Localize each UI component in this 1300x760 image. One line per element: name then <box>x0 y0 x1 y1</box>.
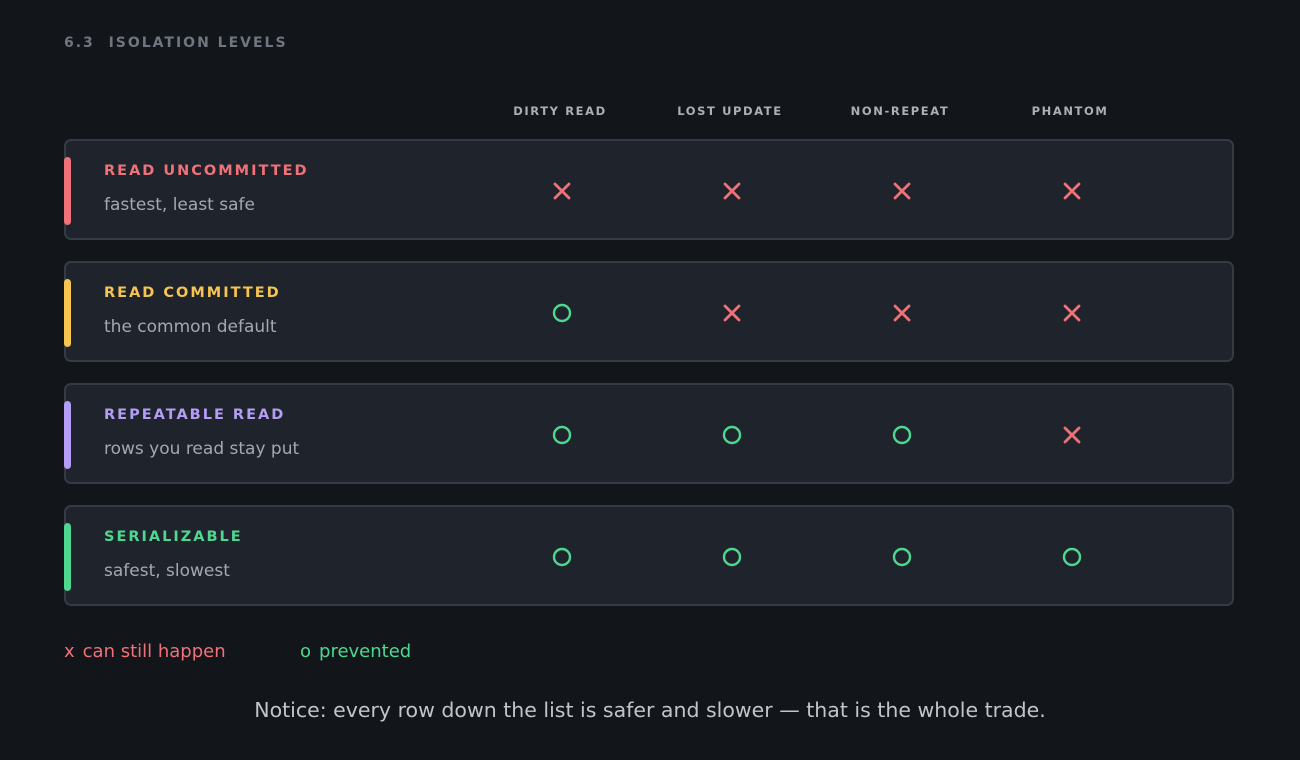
cross-icon <box>1061 424 1083 446</box>
row-description: rows you read stay put <box>104 439 300 459</box>
row-name: READ COMMITTED <box>104 285 281 301</box>
isolation-row-repeatable-read: REPEATABLE READ rows you read stay put <box>64 383 1234 484</box>
row-description: safest, slowest <box>104 561 230 581</box>
legend-happen: x can still happen <box>64 641 226 662</box>
circle-icon <box>721 546 743 568</box>
circle-icon <box>891 546 913 568</box>
cross-icon <box>891 302 913 324</box>
row-name: READ UNCOMMITTED <box>104 163 309 179</box>
row-name: SERIALIZABLE <box>104 529 243 545</box>
section-heading: ISOLATION LEVELS <box>108 35 288 51</box>
circle-icon <box>551 302 573 324</box>
row-accent-bar <box>64 157 71 225</box>
notice-text: Notice: every row down the list is safer… <box>254 698 1046 722</box>
column-header-phantom: PHANTOM <box>1031 104 1109 118</box>
circle-icon <box>551 546 573 568</box>
row-description: the common default <box>104 317 277 337</box>
row-accent-bar <box>64 523 71 591</box>
row-accent-bar <box>64 279 71 347</box>
circle-icon <box>1061 546 1083 568</box>
legend-prevented: o prevented <box>300 641 411 662</box>
column-header-dirty-read: DIRTY READ <box>513 104 607 118</box>
cross-icon <box>721 180 743 202</box>
circle-icon <box>721 424 743 446</box>
section-title: 6.3 ISOLATION LEVELS <box>64 35 288 51</box>
circle-icon <box>891 424 913 446</box>
column-header-non-repeat: NON-REPEAT <box>850 104 950 118</box>
isolation-row-read-committed: READ COMMITTED the common default <box>64 261 1234 362</box>
cross-icon <box>1061 302 1083 324</box>
row-name: REPEATABLE READ <box>104 407 286 423</box>
section-number: 6.3 <box>64 35 95 51</box>
cross-icon <box>721 302 743 324</box>
isolation-row-serializable: SERIALIZABLE safest, slowest <box>64 505 1234 606</box>
legend-happen-label: can still happen <box>82 641 226 662</box>
legend-x-symbol: x <box>64 641 75 662</box>
isolation-row-read-uncommitted: READ UNCOMMITTED fastest, least safe <box>64 139 1234 240</box>
legend-prevented-label: prevented <box>319 641 412 662</box>
legend-o-symbol: o <box>300 641 312 662</box>
circle-icon <box>551 424 573 446</box>
cross-icon <box>551 180 573 202</box>
column-header-lost-update: LOST UPDATE <box>677 104 783 118</box>
row-description: fastest, least safe <box>104 195 255 215</box>
cross-icon <box>891 180 913 202</box>
cross-icon <box>1061 180 1083 202</box>
row-accent-bar <box>64 401 71 469</box>
